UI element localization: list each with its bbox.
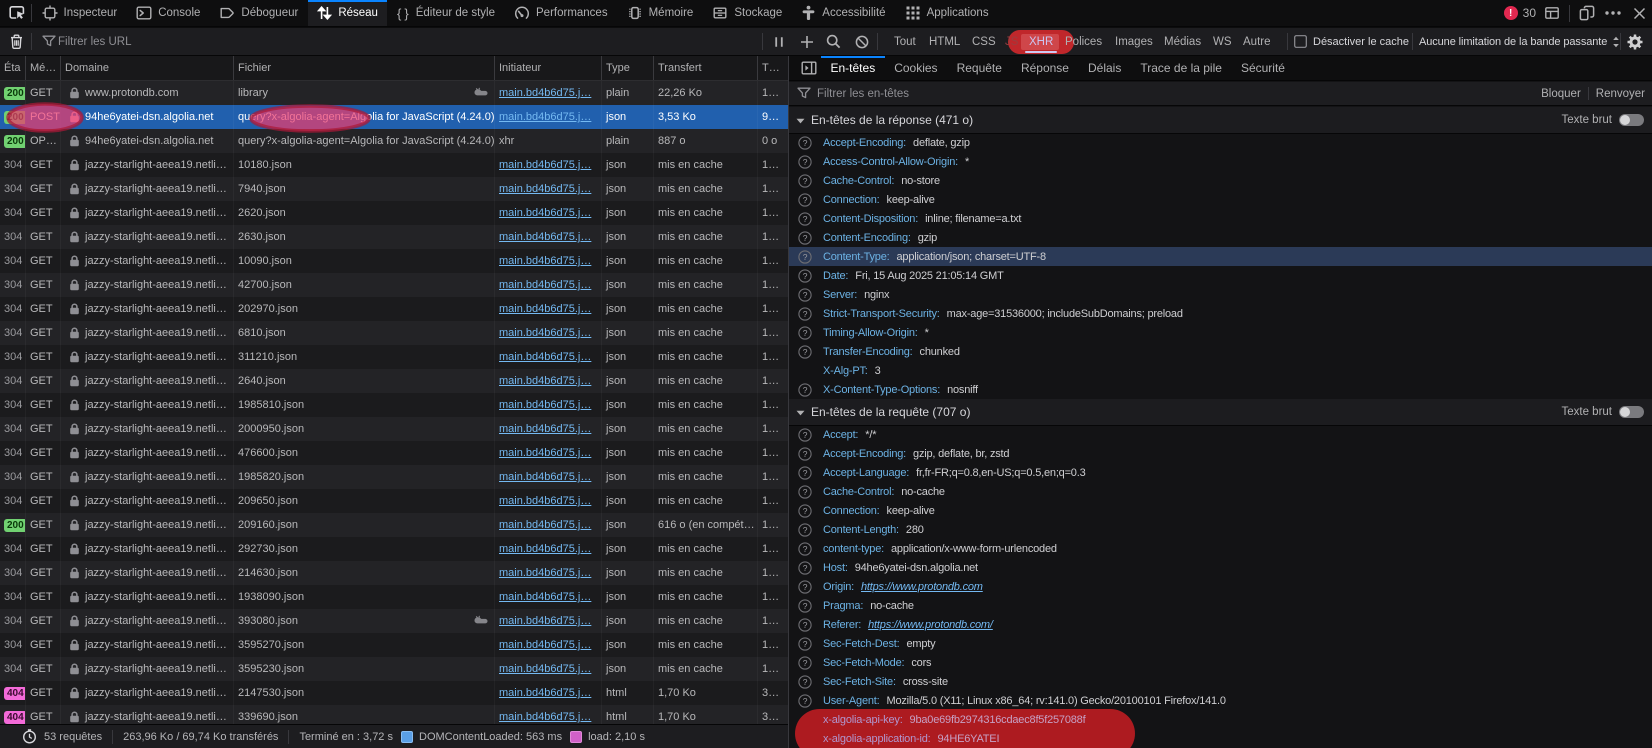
svg-text:?: ?: [803, 176, 808, 186]
svg-text:?: ?: [803, 347, 808, 357]
svg-text:?: ?: [803, 677, 808, 687]
svg-text:?: ?: [803, 563, 808, 573]
svg-text:?: ?: [803, 449, 808, 459]
svg-text:?: ?: [803, 309, 808, 319]
svg-text:?: ?: [803, 385, 808, 395]
svg-text:?: ?: [803, 290, 808, 300]
svg-text:?: ?: [803, 157, 808, 167]
svg-text:?: ?: [803, 582, 808, 592]
svg-text:?: ?: [803, 233, 808, 243]
svg-text:?: ?: [803, 214, 808, 224]
svg-text:?: ?: [803, 506, 808, 516]
svg-text:?: ?: [803, 430, 808, 440]
svg-text:?: ?: [803, 487, 808, 497]
svg-text:?: ?: [803, 658, 808, 668]
svg-text:?: ?: [803, 328, 808, 338]
svg-text:?: ?: [803, 138, 808, 148]
svg-text:?: ?: [803, 544, 808, 554]
svg-text:?: ?: [803, 601, 808, 611]
svg-text:?: ?: [803, 271, 808, 281]
svg-text:?: ?: [803, 639, 808, 649]
svg-text:?: ?: [803, 468, 808, 478]
svg-text:?: ?: [803, 696, 808, 706]
svg-text:?: ?: [803, 195, 808, 205]
svg-text:?: ?: [803, 525, 808, 535]
svg-text:?: ?: [803, 620, 808, 630]
svg-text:?: ?: [803, 252, 808, 262]
